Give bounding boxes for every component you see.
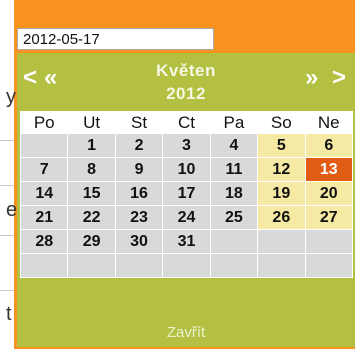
week-row: 14 15 16 17 18 19 20 [21,182,352,205]
day-cell[interactable]: 10 [163,158,210,181]
day-cell [163,254,210,277]
day-cell[interactable]: 26 [258,206,305,229]
day-cell [68,254,115,277]
day-cell[interactable]: 6 [305,134,352,157]
calendar-days: 1 2 3 4 5 6 7 8 9 10 11 12 13 14 15 16 1… [21,134,352,277]
day-cell[interactable]: 4 [210,134,258,157]
calendar-grid: Po Ut St Ct Pa So Ne 1 2 3 4 5 6 7 8 9 1… [20,111,353,278]
next-year-button[interactable]: » [305,64,318,92]
day-cell [115,254,163,277]
week-row: 21 22 23 24 25 26 27 [21,206,352,229]
day-cell[interactable]: 13 [305,158,352,181]
day-cell[interactable]: 24 [163,206,210,229]
month-title: Květen [156,61,216,80]
day-cell [305,254,352,277]
day-cell[interactable]: 15 [68,182,115,205]
day-cell [21,134,68,157]
day-cell[interactable]: 18 [210,182,258,205]
weekday-label: Ut [68,112,115,133]
day-cell[interactable]: 5 [258,134,305,157]
day-cell[interactable]: 22 [68,206,115,229]
week-row: 28 29 30 31 [21,230,352,253]
day-cell[interactable]: 19 [258,182,305,205]
day-cell[interactable]: 12 [258,158,305,181]
day-cell[interactable]: 17 [163,182,210,205]
day-cell[interactable]: 21 [21,206,68,229]
next-month-button[interactable]: > [332,64,346,92]
weekday-label: Po [21,112,68,133]
day-cell[interactable]: 14 [21,182,68,205]
day-cell[interactable]: 1 [68,134,115,157]
calendar-header: < « Květen 2012 » > [17,53,355,111]
page-divider [0,235,14,236]
day-cell[interactable]: 8 [68,158,115,181]
day-cell[interactable]: 23 [115,206,163,229]
page-left-strip: y e t [0,0,18,349]
day-cell[interactable]: 27 [305,206,352,229]
weekday-label: Pa [210,112,258,133]
page-divider [0,140,14,141]
day-cell[interactable]: 2 [115,134,163,157]
day-cell[interactable]: 16 [115,182,163,205]
weekday-label: So [258,112,305,133]
weekday-header-row: Po Ut St Ct Pa So Ne [21,112,352,133]
prev-month-button[interactable]: < [23,64,37,92]
week-row: 1 2 3 4 5 6 [21,134,352,157]
date-picker-calendar: < « Květen 2012 » > Po Ut St Ct Pa So Ne… [17,53,355,347]
year-title: 2012 [166,84,206,103]
page-divider [0,185,14,186]
day-cell[interactable]: 30 [115,230,163,253]
day-cell[interactable]: 25 [210,206,258,229]
day-cell [210,230,258,253]
page-divider [0,290,14,291]
page-text-fragment: e [6,199,18,221]
page-text-fragment: y [6,86,16,108]
day-cell[interactable]: 29 [68,230,115,253]
weekday-label: Ct [163,112,210,133]
week-row: 7 8 9 10 11 12 13 [21,158,352,181]
day-cell[interactable]: 20 [305,182,352,205]
day-cell[interactable]: 9 [115,158,163,181]
close-button[interactable]: Zavřít [17,318,355,347]
day-cell [258,230,305,253]
day-cell[interactable]: 31 [163,230,210,253]
prev-year-button[interactable]: « [44,64,57,92]
weekday-label: Ne [305,112,352,133]
day-cell[interactable]: 7 [21,158,68,181]
day-cell [21,254,68,277]
day-cell [258,254,305,277]
day-cell[interactable]: 11 [210,158,258,181]
weekday-label: St [115,112,163,133]
page-text-fragment: t [6,303,12,325]
week-row [21,254,352,277]
day-cell[interactable]: 28 [21,230,68,253]
day-cell [305,230,352,253]
day-cell[interactable]: 3 [163,134,210,157]
date-input[interactable] [17,28,214,50]
day-cell [210,254,258,277]
